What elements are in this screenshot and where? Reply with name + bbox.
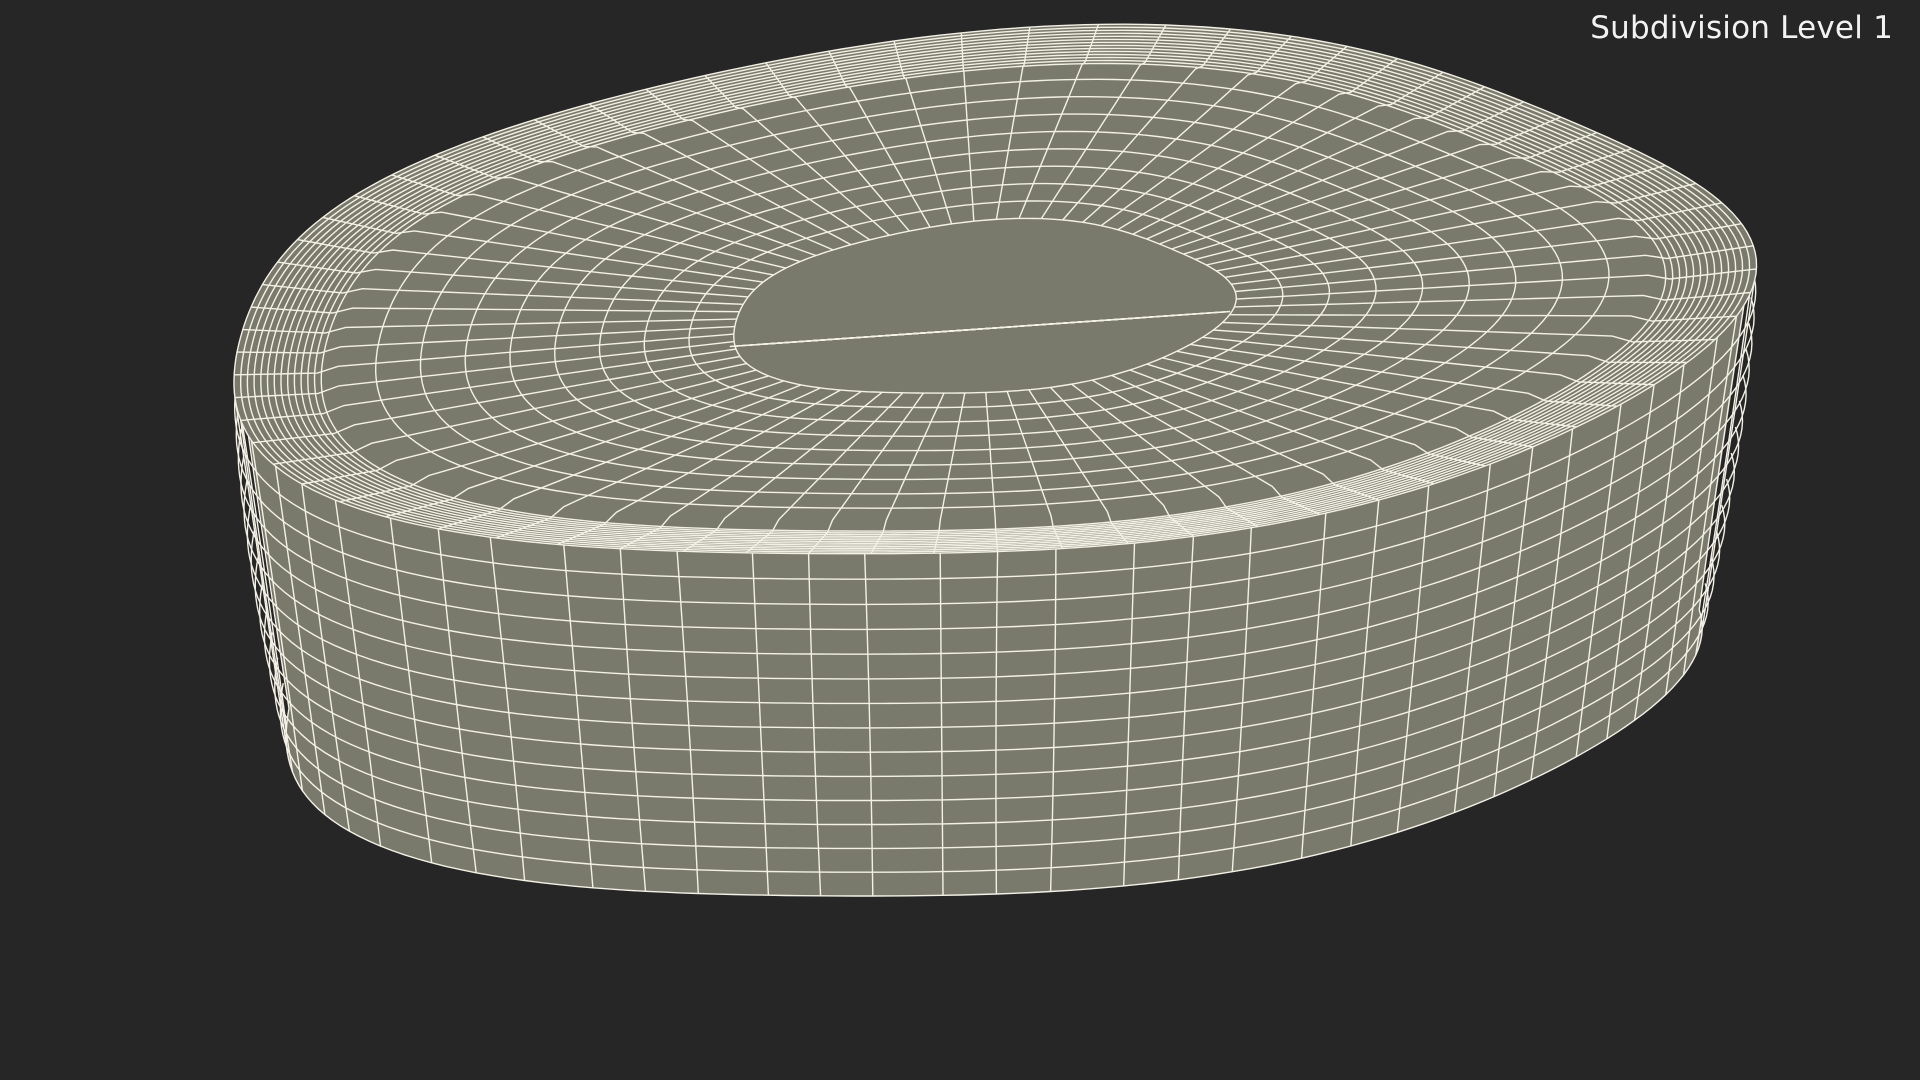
wireframe-mesh	[233, 23, 1758, 897]
subdivision-level-label: Subdivision Level 1	[1590, 10, 1893, 46]
3d-viewport[interactable]: Subdivision Level 1	[0, 0, 1920, 1080]
